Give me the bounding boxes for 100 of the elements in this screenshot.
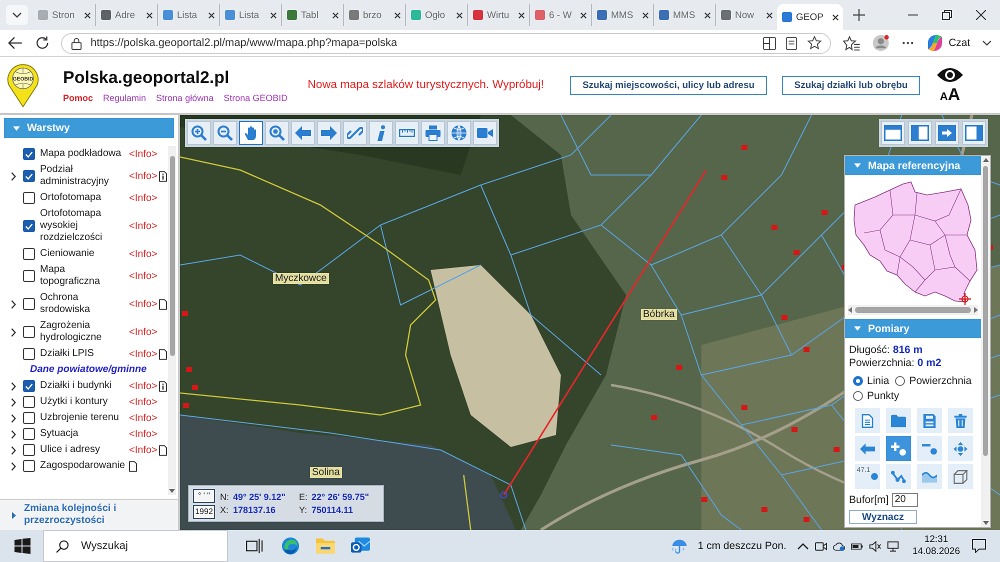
info-link[interactable]: <Info> — [129, 348, 158, 360]
header-link[interactable]: Strona GEOBID — [224, 92, 288, 102]
coordinate-format-button[interactable]: ° ' " — [193, 488, 215, 502]
clock-time[interactable]: 12:31 — [924, 534, 948, 546]
delete-button[interactable] — [948, 408, 973, 433]
close-icon[interactable] — [394, 12, 401, 18]
notification-icon[interactable] — [972, 539, 986, 553]
next-view-button[interactable] — [317, 121, 341, 145]
layer-checkbox[interactable] — [23, 270, 35, 282]
zoom-area-button[interactable] — [265, 121, 289, 145]
new-file-button[interactable] — [855, 408, 880, 433]
save-button[interactable] — [917, 408, 942, 433]
restore-icon[interactable] — [942, 10, 952, 20]
pan-button[interactable] — [239, 121, 263, 145]
header-link[interactable]: Strona główna — [156, 92, 214, 102]
folder-icon[interactable] — [316, 537, 335, 555]
address-field[interactable]: https://polska.geoportal2.pl/map/www/mapa.php?mapa=polska — [60, 32, 832, 54]
browser-tab[interactable]: Stron — [33, 4, 95, 26]
layers-header[interactable]: Warstwy — [4, 118, 174, 138]
expand-chevron-icon[interactable] — [10, 328, 16, 336]
chat-button[interactable]: Czat — [926, 34, 970, 52]
browser-tab[interactable]: 6 - W — [529, 4, 591, 26]
expand-chevron-icon[interactable] — [10, 414, 16, 422]
scroll-down-icon[interactable] — [169, 489, 176, 493]
browser-tab[interactable]: MMS — [653, 4, 715, 26]
header-link[interactable]: Pomoc — [63, 92, 94, 102]
info-document-icon[interactable] — [159, 170, 168, 182]
full-map-button[interactable] — [881, 121, 905, 145]
layer-checkbox[interactable] — [23, 148, 35, 160]
reading-view-icon[interactable] — [785, 36, 798, 50]
video-icon[interactable] — [815, 540, 828, 552]
previous-view-button[interactable] — [291, 121, 315, 145]
right-panel-button[interactable] — [962, 121, 986, 145]
info-link[interactable]: <Info> — [129, 396, 158, 408]
info-link[interactable]: <Info> — [129, 270, 158, 282]
coordinate-format-button[interactable]: 1992 — [193, 504, 215, 518]
curve-button[interactable] — [917, 464, 942, 489]
battery-icon[interactable] — [851, 540, 864, 552]
mail-app-icon[interactable] — [351, 537, 370, 555]
close-icon[interactable] — [642, 12, 649, 18]
scroll-up-icon[interactable] — [982, 158, 988, 162]
layer-checkbox[interactable] — [23, 396, 35, 408]
move-point-button[interactable] — [948, 436, 973, 461]
info-link[interactable]: <Info> — [129, 326, 158, 338]
cloud-icon[interactable] — [833, 540, 846, 552]
expand-chevron-icon[interactable] — [10, 172, 16, 180]
browser-tab[interactable]: MMS — [591, 4, 653, 26]
reorder-section[interactable]: Zmiana kolejności i przezroczystości — [0, 499, 178, 530]
layer-checkbox[interactable] — [23, 412, 35, 424]
expand-chevron-icon[interactable] — [10, 300, 16, 308]
back-arrow-icon[interactable] — [8, 36, 23, 50]
poland-map-drawing[interactable] — [854, 182, 978, 302]
ruler-button[interactable] — [395, 121, 419, 145]
close-icon[interactable] — [976, 10, 986, 20]
info-link[interactable]: <Info> — [129, 380, 158, 392]
star-icon[interactable] — [807, 36, 822, 50]
info-link[interactable]: <Info> — [129, 298, 158, 310]
globe-button[interactable] — [447, 121, 471, 145]
zoom-out-button[interactable] — [213, 121, 237, 145]
layer-checkbox[interactable] — [23, 170, 35, 182]
scroll-right-icon[interactable] — [974, 307, 978, 313]
info-link[interactable]: <Info> — [129, 428, 158, 440]
promo-link[interactable]: Nowa mapa szlaków turystycznych. Wypróbuj! — [308, 79, 544, 91]
eye-icon[interactable] — [936, 67, 964, 83]
browser-tab[interactable]: Lista — [219, 4, 281, 26]
layer-checkbox[interactable] — [23, 248, 35, 260]
layer-checkbox[interactable] — [23, 348, 35, 360]
radio-label[interactable]: Linia — [867, 375, 890, 387]
browser-tab[interactable]: Ogło — [405, 4, 467, 26]
layer-checkbox[interactable] — [23, 192, 35, 204]
browser-tab[interactable]: brzo — [343, 4, 405, 26]
radio-button[interactable] — [853, 376, 863, 386]
info-button[interactable] — [369, 121, 393, 145]
close-icon[interactable] — [270, 12, 277, 18]
vertical-scrollbar[interactable] — [168, 146, 176, 495]
info-link[interactable]: <Info> — [129, 444, 158, 456]
layer-checkbox[interactable] — [23, 460, 35, 472]
info-document-icon[interactable] — [159, 380, 168, 392]
browser-tab[interactable]: Lista — [157, 4, 219, 26]
reference-map-header[interactable]: Mapa referencyjna — [845, 156, 981, 175]
parcel-search-button[interactable]: Szukaj działki lub obrębu — [782, 76, 920, 94]
polyline-button[interactable] — [886, 464, 911, 489]
expand-chevron-icon[interactable] — [10, 446, 16, 454]
layer-checkbox[interactable] — [23, 220, 35, 232]
layer-checkbox[interactable] — [23, 380, 35, 392]
scroll-down-icon[interactable] — [982, 521, 988, 525]
browser-tab[interactable]: GEOP — [777, 4, 843, 30]
info-link[interactable]: <Info> — [129, 192, 158, 204]
close-icon[interactable] — [146, 12, 153, 18]
info-link[interactable]: <Info> — [129, 248, 158, 260]
expand-chevron-icon[interactable] — [10, 462, 16, 470]
expand-chevron-icon[interactable] — [10, 382, 16, 390]
left-panel-button[interactable] — [908, 121, 932, 145]
document-icon[interactable] — [129, 460, 137, 472]
info-link[interactable]: <Info> — [129, 148, 158, 160]
expand-chevron-icon[interactable] — [10, 398, 16, 406]
print-button[interactable] — [421, 121, 445, 145]
horizontal-scrollbar[interactable] — [848, 305, 978, 315]
network-icon[interactable] — [887, 540, 900, 552]
layer-checkbox[interactable] — [23, 298, 35, 310]
